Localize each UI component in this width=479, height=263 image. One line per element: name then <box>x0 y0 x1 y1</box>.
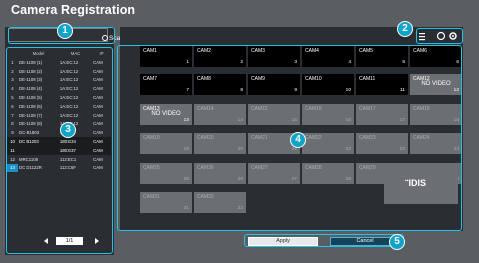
callout-badge-3: 3 <box>60 122 76 138</box>
callout-box-2 <box>416 28 463 44</box>
window-title: Camera Registration <box>11 3 136 17</box>
callout-badge-1: 1 <box>57 23 73 39</box>
callout-badge-5: 5 <box>389 234 405 250</box>
callout-box-5 <box>244 234 404 247</box>
callout-badge-2: 2 <box>397 21 413 37</box>
callout-box-3 <box>6 47 113 254</box>
callout-badge-4: 4 <box>290 132 306 148</box>
